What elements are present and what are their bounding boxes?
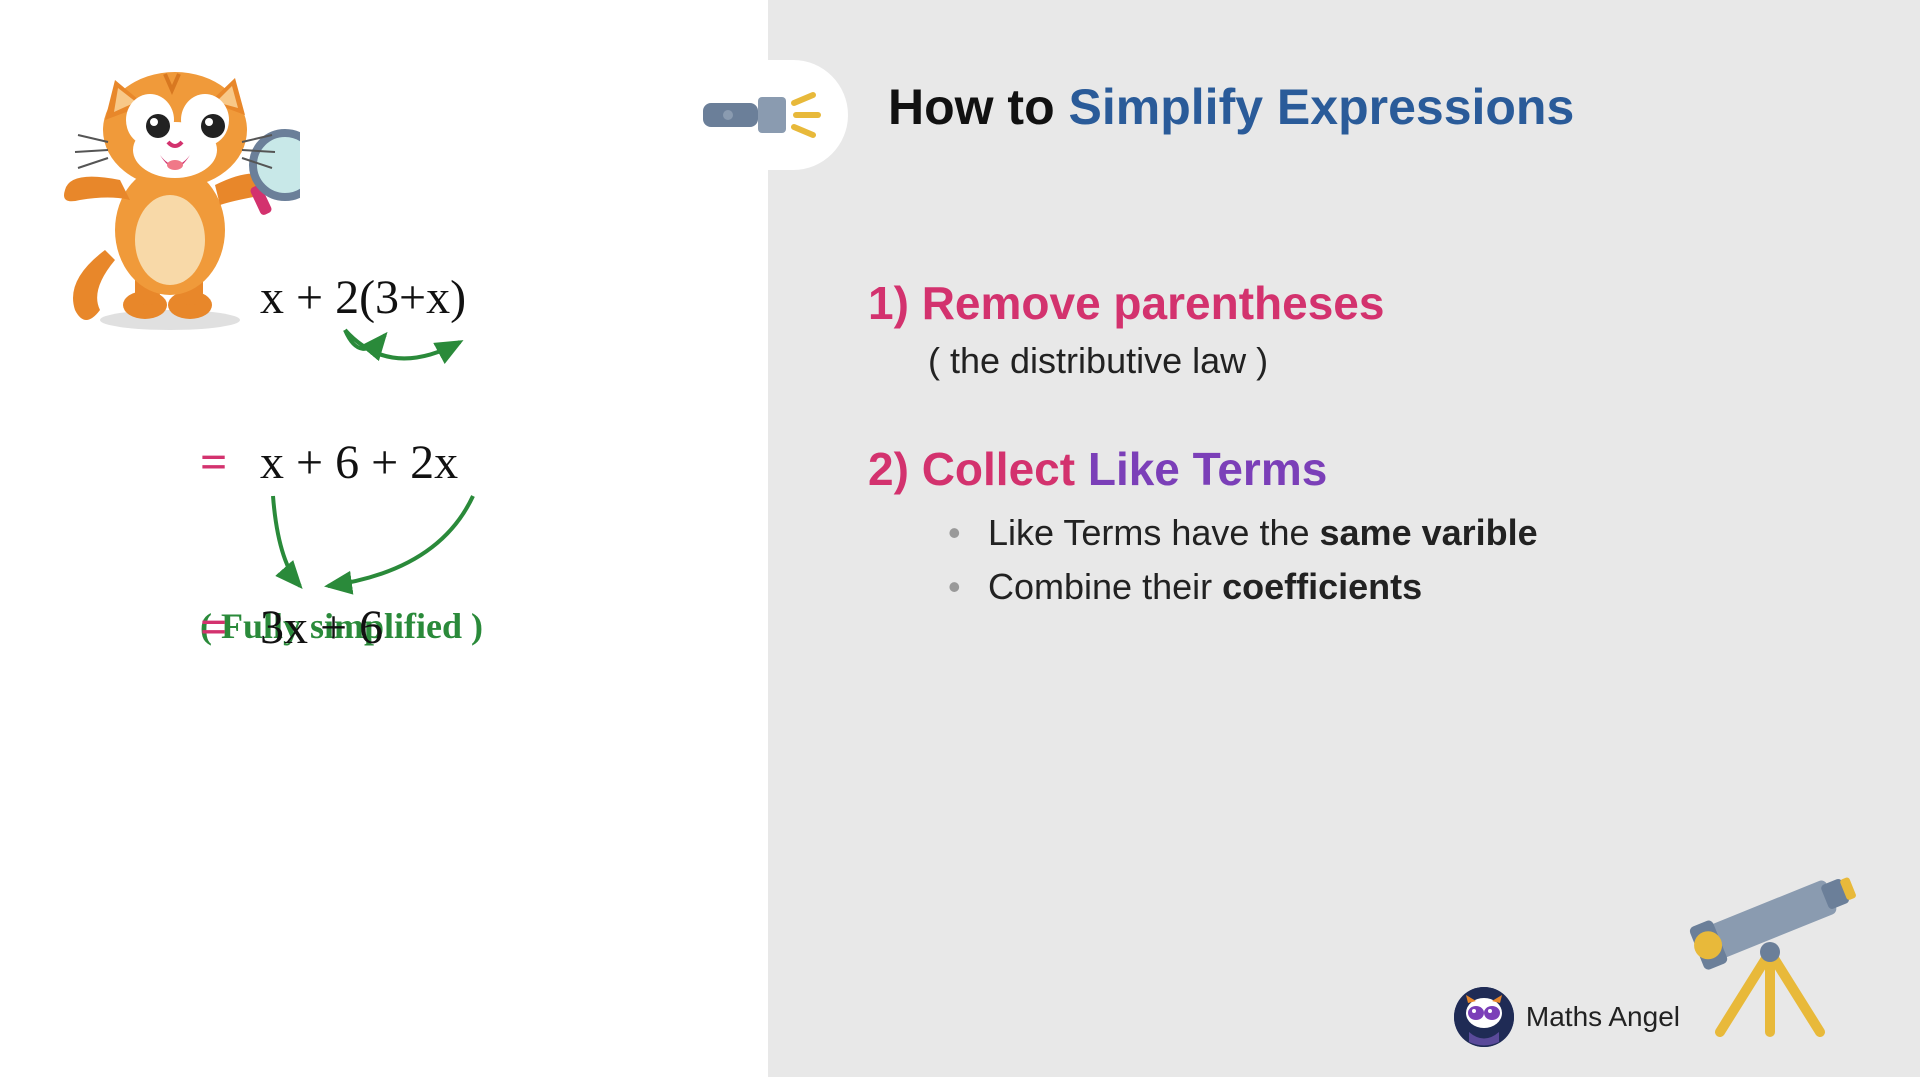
bullet-2: Combine their coefficients	[948, 566, 1840, 608]
brand-logo: Maths Angel	[1454, 987, 1680, 1047]
title-highlight: Simplify Expressions	[1069, 79, 1575, 135]
bullet-1: Like Terms have the same varible	[948, 512, 1840, 554]
math-working: x + 2(3+x) = x + 6 + 2x	[200, 270, 680, 647]
distribute-arrows-icon	[330, 320, 530, 380]
telescope-icon	[1660, 857, 1880, 1037]
step-1-subtext: ( the distributive law )	[928, 340, 1840, 382]
math-line-2: = x + 6 + 2x	[200, 435, 680, 490]
step-2-title-purple: Like Terms	[1088, 443, 1327, 495]
expr-3: 3x + 6	[260, 601, 383, 654]
steps-list: 1) Remove parentheses ( the distributive…	[868, 276, 1840, 608]
step-1-title: Remove parentheses	[922, 277, 1385, 329]
math-line-1: x + 2(3+x)	[200, 270, 680, 325]
title-prefix: How to	[888, 79, 1055, 135]
page-title: How to Simplify Expressions	[888, 78, 1840, 136]
combine-arrows-icon	[258, 491, 518, 601]
equals-sign: =	[200, 600, 240, 655]
expr-1: x + 2(3+x)	[260, 271, 466, 324]
brand-name: Maths Angel	[1526, 1001, 1680, 1033]
brand-avatar-icon	[1454, 987, 1514, 1047]
step-2-number: 2)	[868, 443, 909, 495]
right-panel: How to Simplify Expressions 1) Remove pa…	[768, 0, 1920, 1077]
step-2-heading: 2) Collect Like Terms	[868, 442, 1840, 496]
step-2-bullets: Like Terms have the same varible Combine…	[948, 512, 1840, 608]
equals-sign: =	[200, 435, 240, 490]
flashlight-badge	[688, 60, 848, 170]
step-1-heading: 1) Remove parentheses	[868, 276, 1840, 330]
flashlight-icon	[698, 85, 838, 145]
left-panel: x + 2(3+x) = x + 6 + 2x	[0, 0, 768, 1077]
expr-2: x + 6 + 2x	[260, 436, 458, 489]
step-1-number: 1)	[868, 277, 909, 329]
step-2-title-pink: Collect	[922, 443, 1075, 495]
math-line-3: = 3x + 6	[200, 600, 680, 655]
